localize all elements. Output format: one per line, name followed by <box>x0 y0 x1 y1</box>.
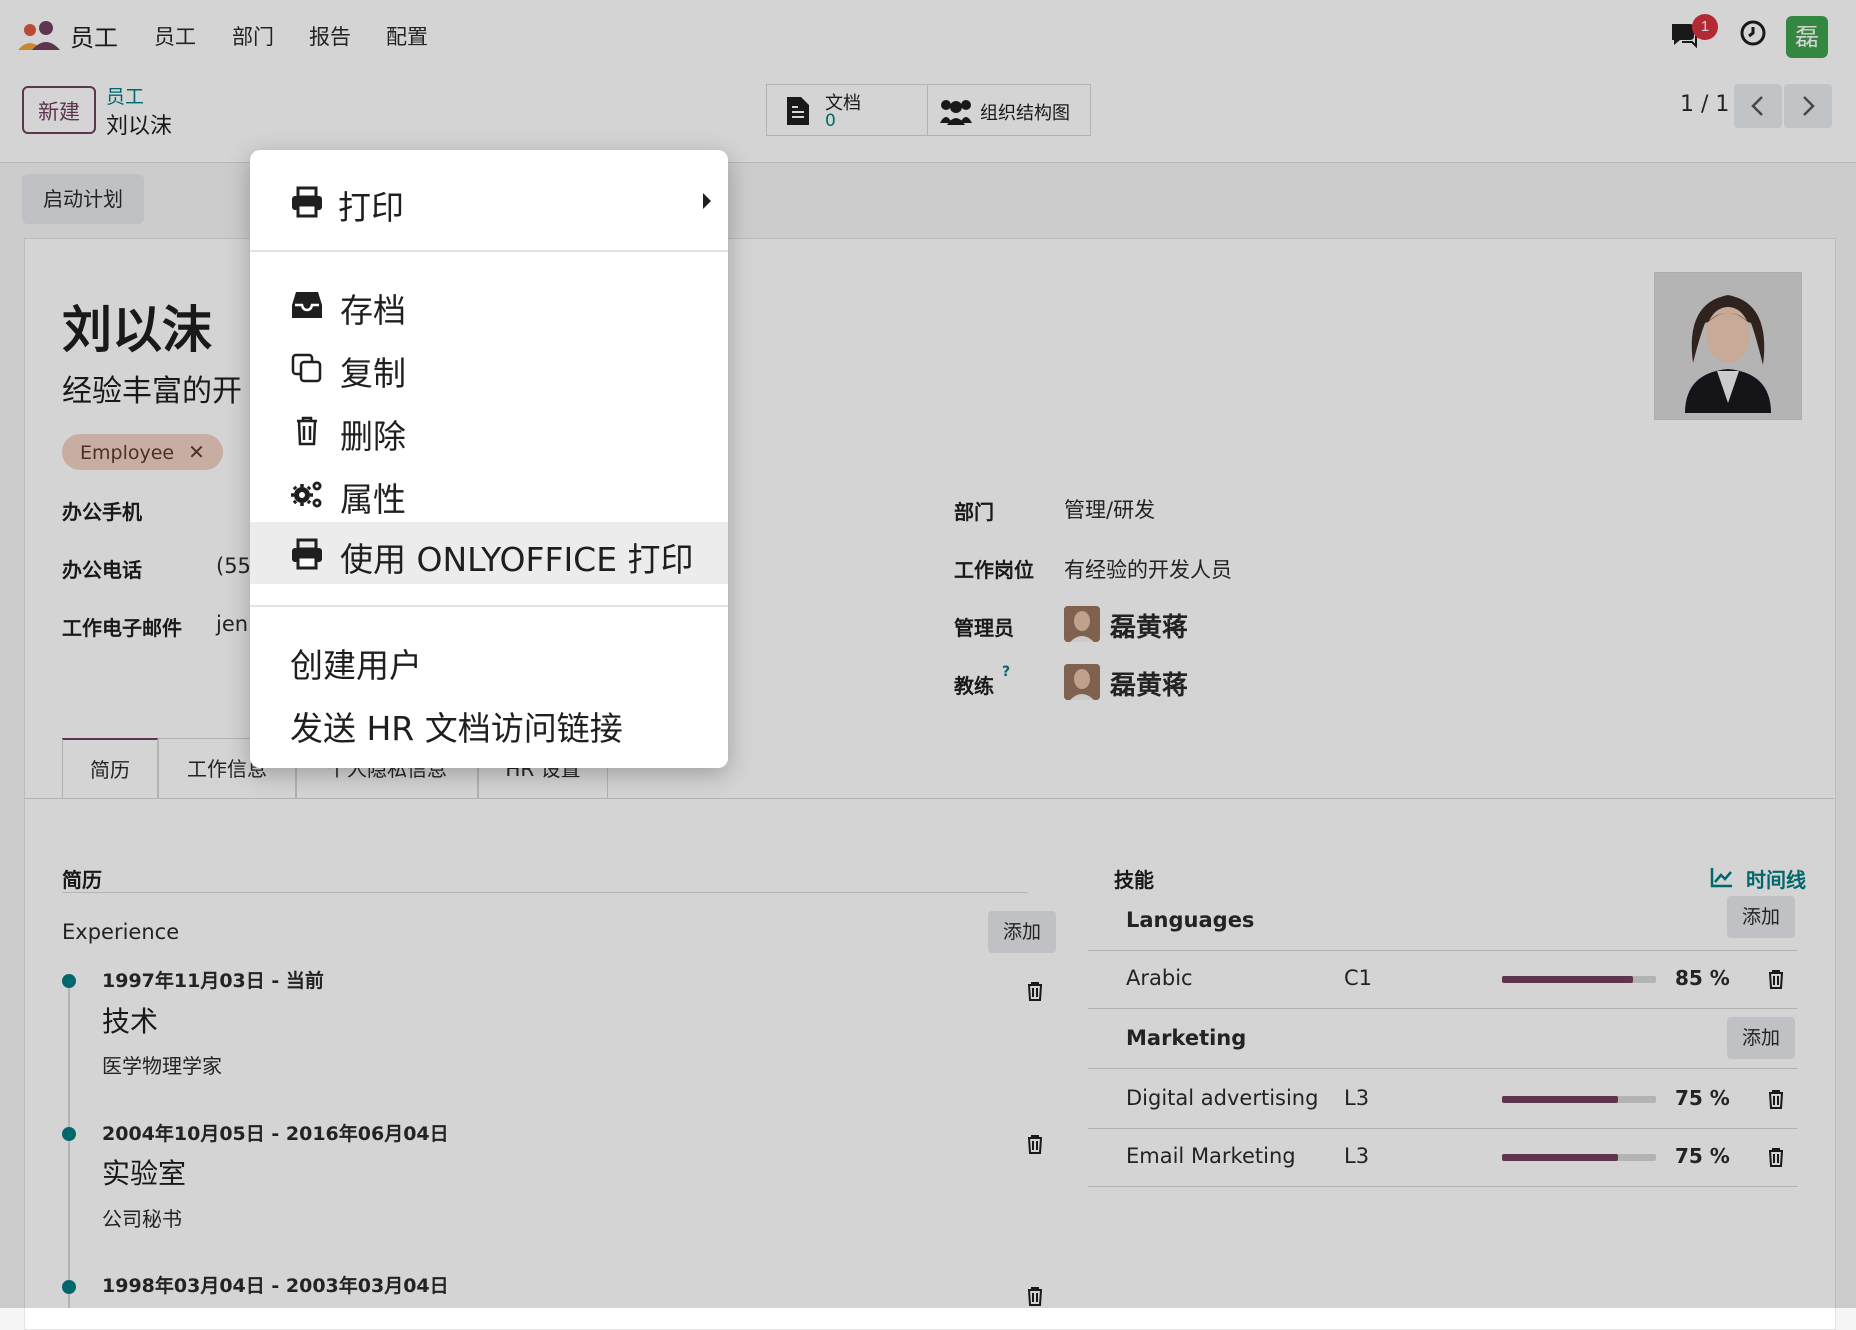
menu-item-create-user[interactable]: 创建用户 <box>250 628 728 690</box>
trash-icon <box>297 416 317 446</box>
menu-item-label: 存档 <box>340 291 406 330</box>
copy-icon <box>291 353 322 383</box>
action-dropdown-menu: 打印 存档 复制 删除 属性 使用 ONLYOFFICE 打印 创建用户 发送 … <box>250 150 728 768</box>
menu-item-properties[interactable]: 属性 <box>250 462 728 524</box>
archive-inbox-icon <box>292 292 322 318</box>
menu-item-label: 使用 ONLYOFFICE 打印 <box>340 540 694 579</box>
menu-item-label: 发送 HR 文档访问链接 <box>290 709 623 748</box>
menu-item-label: 删除 <box>340 417 406 456</box>
employee-form-app: 员工 员工 部门 报告 配置 1 磊 新建 员工 刘以沫 文档 0 组织结构图 … <box>0 0 1856 1330</box>
menu-item-label: 复制 <box>340 354 406 393</box>
caret-right-icon <box>703 193 711 209</box>
menu-item-archive[interactable]: 存档 <box>250 273 728 335</box>
menu-item-label: 属性 <box>340 480 406 519</box>
menu-item-label: 打印 <box>338 188 404 227</box>
gears-icon <box>291 481 322 508</box>
printer-icon <box>292 186 322 218</box>
menu-divider <box>250 250 728 252</box>
menu-item-delete[interactable]: 删除 <box>250 399 728 461</box>
menu-divider <box>250 605 728 607</box>
menu-item-onlyoffice-print[interactable]: 使用 ONLYOFFICE 打印 <box>250 522 728 584</box>
menu-item-duplicate[interactable]: 复制 <box>250 336 728 398</box>
menu-item-send-hr-link[interactable]: 发送 HR 文档访问链接 <box>250 691 728 753</box>
menu-item-label: 创建用户 <box>290 646 422 685</box>
menu-item-print[interactable]: 打印 <box>250 170 728 232</box>
printer-icon <box>292 538 322 570</box>
